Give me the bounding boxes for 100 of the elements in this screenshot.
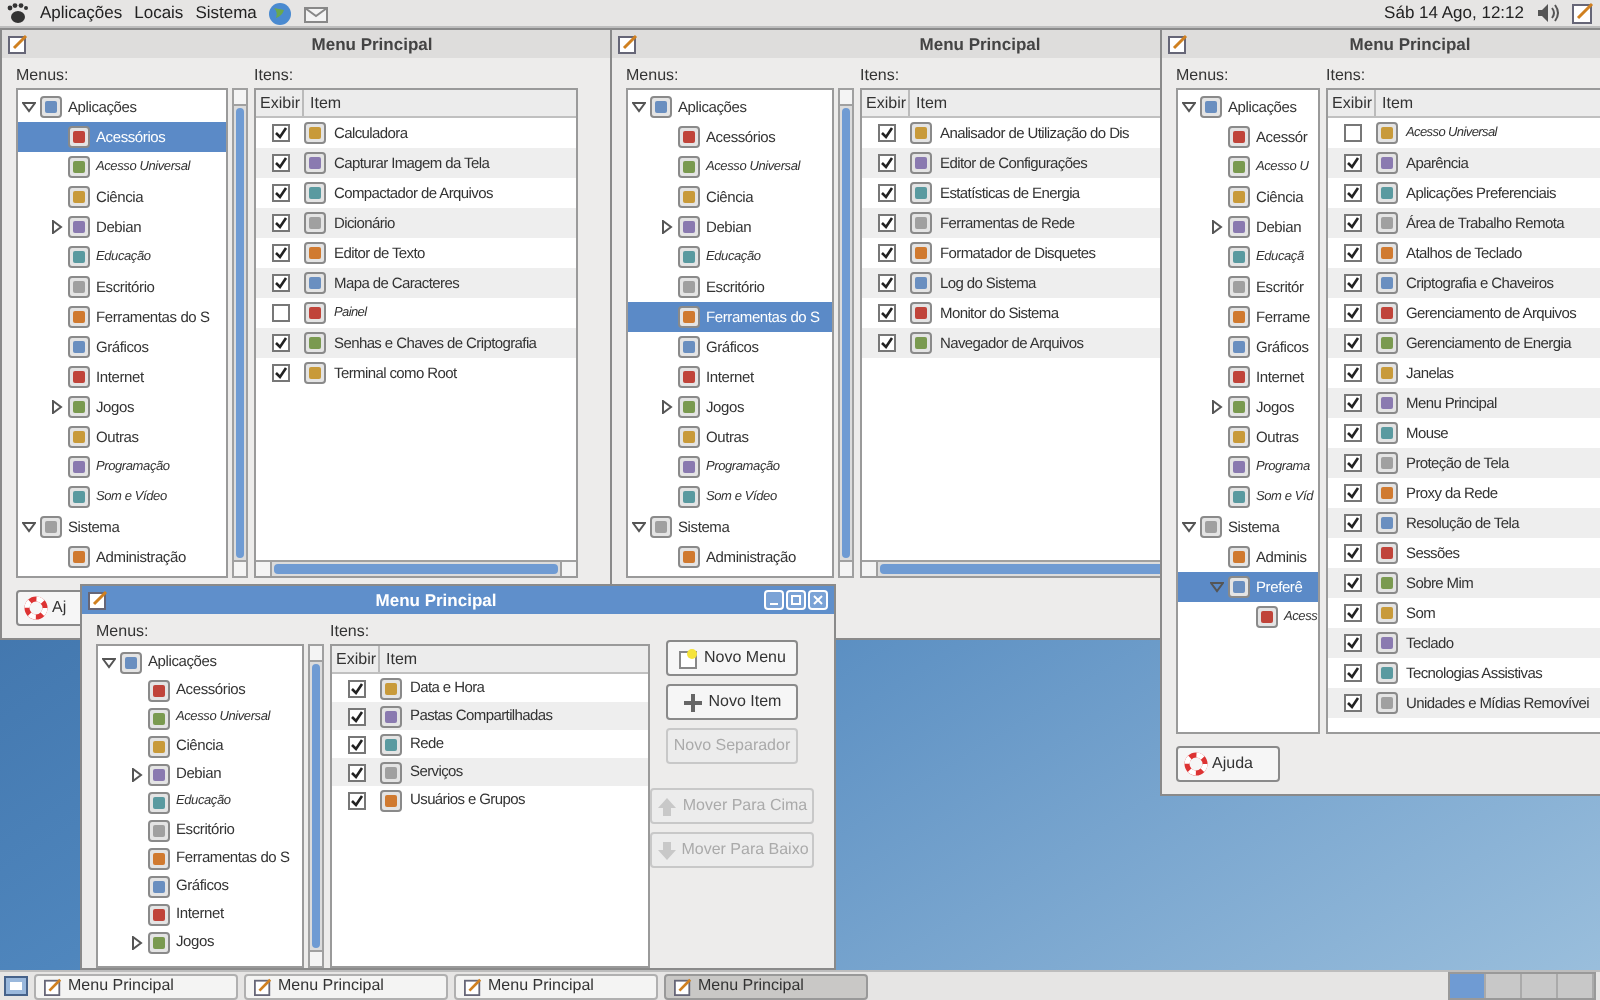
checkbox[interactable] xyxy=(1343,484,1361,502)
checkbox[interactable] xyxy=(271,124,289,142)
globe-icon[interactable] xyxy=(268,1,293,25)
checkbox[interactable] xyxy=(347,735,365,753)
taskbar-button[interactable]: Menu Principal xyxy=(34,973,238,999)
taskbar-button[interactable]: Menu Principal xyxy=(244,973,448,999)
checkbox[interactable] xyxy=(1343,574,1361,592)
pane-label: Itens: xyxy=(1326,64,1366,88)
clock[interactable]: Sáb 14 Ago, 12:12 xyxy=(1384,0,1524,26)
expander-icon[interactable] xyxy=(632,520,646,534)
checkbox[interactable] xyxy=(1343,424,1361,442)
expander-icon[interactable] xyxy=(22,520,36,534)
checkbox[interactable] xyxy=(271,184,289,202)
checkbox[interactable] xyxy=(271,334,289,352)
column-header[interactable]: Item xyxy=(304,90,576,116)
title-bar[interactable]: Menu Principal xyxy=(1162,30,1600,58)
checkbox[interactable] xyxy=(877,244,895,262)
checkbox[interactable] xyxy=(1343,454,1361,472)
panel-menu[interactable]: Sistema xyxy=(195,0,257,26)
action-button[interactable]: Novo Menu xyxy=(666,640,798,676)
checkbox[interactable] xyxy=(271,244,289,262)
column-header[interactable]: Exibir xyxy=(332,646,380,672)
checkbox[interactable] xyxy=(1343,274,1361,292)
checkbox[interactable] xyxy=(877,334,895,352)
column-header[interactable]: Item xyxy=(1376,90,1600,116)
app-icon xyxy=(1376,272,1398,294)
window-title: Menu Principal xyxy=(311,31,433,57)
scrollbar[interactable] xyxy=(308,644,324,968)
column-header[interactable]: Exibir xyxy=(256,90,304,116)
checkbox[interactable] xyxy=(1343,244,1361,262)
checkbox[interactable] xyxy=(271,364,289,382)
envelope-icon[interactable] xyxy=(304,1,329,25)
foot-icon[interactable] xyxy=(6,2,28,24)
checkbox[interactable] xyxy=(271,304,289,322)
checkbox[interactable] xyxy=(877,184,895,202)
checkbox[interactable] xyxy=(347,763,365,781)
app-icon xyxy=(1228,306,1250,328)
expander-icon[interactable] xyxy=(50,400,64,414)
checkbox[interactable] xyxy=(1343,364,1361,382)
checkbox[interactable] xyxy=(1343,304,1361,322)
scrollbar[interactable] xyxy=(232,88,248,578)
expander-icon[interactable] xyxy=(130,935,144,949)
checkbox[interactable] xyxy=(271,274,289,292)
checkbox[interactable] xyxy=(1343,664,1361,682)
checkbox[interactable] xyxy=(1343,154,1361,172)
checkbox[interactable] xyxy=(1343,184,1361,202)
checkbox[interactable] xyxy=(1343,604,1361,622)
checkbox[interactable] xyxy=(877,124,895,142)
expander-icon[interactable] xyxy=(1210,220,1224,234)
app-icon xyxy=(380,677,402,699)
checkbox[interactable] xyxy=(877,214,895,232)
panel-menu[interactable]: Aplicações xyxy=(40,0,123,26)
action-button[interactable]: Novo Item xyxy=(666,684,798,720)
checkbox[interactable] xyxy=(271,214,289,232)
column-header[interactable]: Exibir xyxy=(862,90,910,116)
app-icon xyxy=(1376,332,1398,354)
checkbox[interactable] xyxy=(1343,124,1361,142)
pane-label: Menus: xyxy=(1176,64,1229,88)
checkbox[interactable] xyxy=(1343,694,1361,712)
column-header[interactable]: Exibir xyxy=(1328,90,1376,116)
checkbox[interactable] xyxy=(347,707,365,725)
expander-icon[interactable] xyxy=(102,655,116,669)
pane-label: Itens: xyxy=(330,620,370,644)
checkbox[interactable] xyxy=(271,154,289,172)
checkbox[interactable] xyxy=(1343,334,1361,352)
expander-icon[interactable] xyxy=(22,100,36,114)
expander-icon[interactable] xyxy=(1182,100,1196,114)
checkbox[interactable] xyxy=(1343,544,1361,562)
close-button[interactable] xyxy=(808,590,828,610)
notepad-icon[interactable] xyxy=(1572,2,1594,24)
speaker-icon[interactable] xyxy=(1536,2,1560,24)
expander-icon[interactable] xyxy=(660,400,674,414)
checkbox[interactable] xyxy=(1343,394,1361,412)
checkbox[interactable] xyxy=(1343,634,1361,652)
checkbox[interactable] xyxy=(877,304,895,322)
app-icon xyxy=(1228,246,1250,268)
panel-menu[interactable]: Locais xyxy=(134,0,184,26)
maximize-button[interactable] xyxy=(786,590,806,610)
expander-icon[interactable] xyxy=(632,100,646,114)
expander-icon[interactable] xyxy=(50,220,64,234)
checkbox[interactable] xyxy=(877,274,895,292)
expander-icon[interactable] xyxy=(1182,520,1196,534)
scrollbar[interactable] xyxy=(838,88,854,578)
checkbox[interactable] xyxy=(347,791,365,809)
column-header[interactable]: Item xyxy=(380,646,648,672)
expander-icon[interactable] xyxy=(130,767,144,781)
scrollbar[interactable] xyxy=(256,560,576,576)
taskbar-button[interactable]: Menu Principal xyxy=(454,973,658,999)
help-button[interactable]: Ajuda xyxy=(1176,746,1280,782)
minimize-button[interactable] xyxy=(764,590,784,610)
checkbox[interactable] xyxy=(1343,214,1361,232)
checkbox[interactable] xyxy=(877,154,895,172)
app-icon xyxy=(380,761,402,783)
show-desktop-icon[interactable] xyxy=(4,974,28,998)
checkbox[interactable] xyxy=(347,679,365,697)
checkbox[interactable] xyxy=(1343,514,1361,532)
expander-icon[interactable] xyxy=(1210,400,1224,414)
app-icon xyxy=(380,705,402,727)
expander-icon[interactable] xyxy=(660,220,674,234)
taskbar-button[interactable]: Menu Principal xyxy=(664,973,868,999)
